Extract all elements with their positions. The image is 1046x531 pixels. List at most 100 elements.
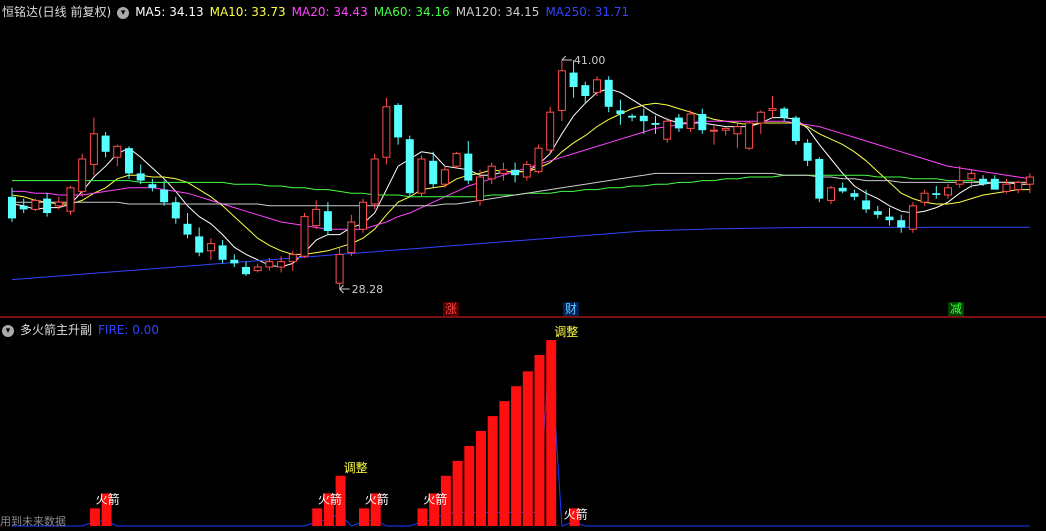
candle-body: [534, 147, 543, 173]
candle-body: [183, 223, 192, 235]
candle: [920, 189, 929, 206]
price-chart-panel[interactable]: 41.00 28.28 恒铭达(日线 前复权) ▾ MA5: 34.13 MA10: 3…: [0, 0, 1046, 318]
candle-body: [780, 108, 789, 118]
indicator-bar: [312, 508, 323, 526]
candle-body: [43, 198, 52, 213]
candle: [885, 207, 894, 226]
candle-body: [265, 261, 274, 268]
candle: [78, 153, 87, 197]
candle-body: [288, 253, 297, 263]
candle-body: [663, 120, 672, 140]
candle-body: [405, 139, 414, 194]
candle-body: [464, 153, 473, 181]
candle: [522, 160, 531, 181]
candle-body: [791, 117, 800, 141]
candle-body: [639, 115, 648, 122]
candle-body: [967, 172, 976, 180]
low-marker-arrow: [339, 284, 350, 294]
candle: [628, 114, 637, 122]
candle-body: [8, 196, 16, 219]
candle-body: [733, 126, 742, 135]
candle-body: [593, 79, 601, 93]
high-price-label: 41.00: [574, 54, 606, 67]
candle: [546, 106, 555, 154]
candle: [487, 162, 496, 185]
candle-body: [370, 158, 379, 205]
candle-body: [873, 211, 882, 215]
candle: [710, 124, 718, 145]
candle-body: [885, 216, 894, 221]
candle: [195, 227, 204, 257]
candle: [862, 189, 871, 213]
candle: [616, 99, 625, 125]
candle-body: [604, 79, 613, 107]
candle-body: [827, 187, 835, 201]
collapse-icon[interactable]: ▾: [117, 6, 130, 19]
candle-body: [838, 187, 847, 192]
candle: [136, 164, 145, 185]
candle-body: [628, 115, 637, 118]
candle: [897, 214, 906, 233]
candle: [768, 96, 777, 118]
indicator-chart[interactable]: 火箭 火箭 火箭 火箭火箭调整调整: [0, 318, 1046, 531]
sub-header: ▾ 多火箭主升副 FIRE: 0.00: [2, 322, 165, 338]
main-header: 恒铭达(日线 前复权) ▾ MA5: 34.13 MA10: 33.73 MA20: 3…: [2, 4, 635, 20]
candle-body: [499, 169, 508, 174]
adjust-label: 调整: [344, 460, 368, 475]
candle-body: [347, 221, 356, 254]
candle-body: [862, 200, 871, 210]
candle: [850, 189, 859, 201]
candle-body: [101, 135, 110, 152]
candle-body: [721, 127, 730, 131]
candle: [932, 186, 941, 199]
candle-body: [417, 158, 426, 194]
indicator-bar: [522, 371, 533, 526]
rocket-label: 火箭: [423, 491, 447, 506]
indicator-panel[interactable]: 火箭 火箭 火箭 火箭 火箭 调整 调整 ▾ 多火箭主升副 FIRE: 0.00 用到未来数据: [0, 318, 1046, 531]
collapse-icon[interactable]: ▾: [2, 324, 14, 337]
candle: [838, 182, 847, 194]
candle-body: [686, 113, 695, 129]
indicator-bar: [487, 416, 498, 526]
candle: [604, 76, 613, 113]
candle-body: [277, 261, 286, 268]
candle-body: [546, 111, 555, 151]
candle: [557, 60, 566, 122]
candle-body: [850, 193, 859, 197]
candle-body: [920, 192, 929, 203]
indicator-bar: [89, 508, 100, 526]
candle-body: [253, 266, 262, 272]
rocket-label: 火箭: [96, 491, 120, 506]
candle: [686, 110, 695, 132]
candle: [113, 144, 122, 167]
event-tag-cai[interactable]: 财: [563, 302, 580, 316]
candle: [66, 186, 75, 215]
candle: [873, 205, 882, 219]
candle-body: [1014, 181, 1023, 191]
ma5-label: MA5: 34.13: [135, 5, 204, 19]
candle: [593, 76, 601, 96]
candle: [125, 146, 133, 179]
event-tag-zhang[interactable]: 涨: [443, 302, 460, 316]
candle-body: [394, 105, 403, 138]
candle-body: [476, 176, 484, 201]
indicator-bar: [499, 401, 510, 526]
candle: [347, 214, 356, 257]
candle: [908, 202, 917, 233]
candle-body: [312, 208, 321, 227]
indicator-bar: [546, 340, 557, 526]
candle-body: [148, 184, 157, 188]
event-tag-jian[interactable]: 减: [948, 302, 965, 316]
candle-body: [651, 123, 660, 125]
candlestick-chart[interactable]: 41.00 28.28: [0, 0, 1046, 318]
candle: [1014, 180, 1023, 194]
indicator-bar: [511, 386, 522, 526]
candle-body: [195, 236, 204, 253]
candle: [31, 198, 40, 212]
indicator-title: 多火箭主升副: [20, 323, 93, 337]
candle-body: [803, 142, 812, 161]
candle: [218, 240, 227, 264]
candle-body: [125, 148, 133, 174]
candle: [452, 151, 461, 168]
candle-body: [698, 114, 707, 131]
